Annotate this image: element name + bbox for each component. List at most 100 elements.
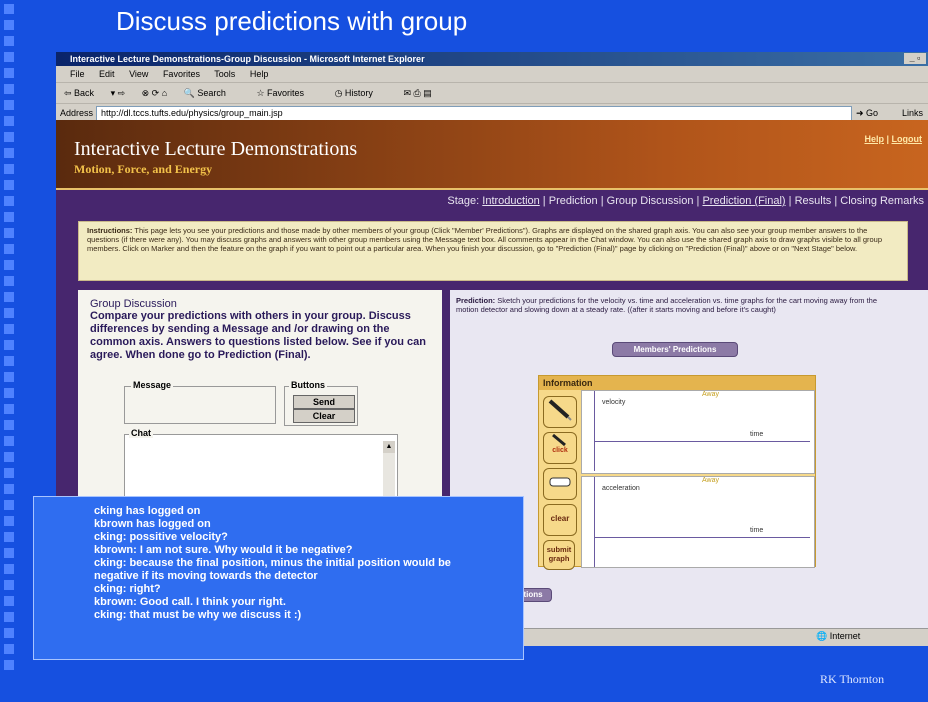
clear-button[interactable]: Clear [293, 409, 355, 423]
window-controls[interactable]: _ ▫ [904, 53, 926, 64]
menu-favorites[interactable]: Favorites [163, 69, 200, 79]
chat-line: cking: right? [94, 583, 161, 595]
decorative-square [4, 484, 14, 494]
decorative-square [4, 4, 14, 14]
stage-prediction-final[interactable]: Prediction (Final) [702, 195, 785, 207]
chat-transcript-overlay: cking has logged on kbrown has logged on… [33, 496, 524, 660]
pen-tool-icon[interactable] [543, 396, 577, 428]
decorative-square [4, 628, 14, 638]
window-titlebar: Interactive Lecture Demonstrations-Group… [56, 52, 928, 66]
chat-label: Chat [129, 428, 153, 438]
decorative-square [4, 388, 14, 398]
menu-view[interactable]: View [129, 69, 148, 79]
back-button[interactable]: ⇦ Back ▾ ⇨ [64, 88, 125, 98]
decorative-square [4, 500, 14, 510]
decorative-square [4, 308, 14, 318]
history-button[interactable]: ◷ History [335, 88, 387, 98]
velocity-label: velocity [602, 399, 626, 406]
decorative-square [4, 228, 14, 238]
favorites-button[interactable]: ☆ Favorites [256, 88, 318, 98]
stage-prediction[interactable]: Prediction [549, 195, 598, 207]
menu-help[interactable]: Help [250, 69, 269, 79]
buttons-group: Buttons Send Clear [284, 380, 358, 426]
velocity-y-axis [594, 391, 595, 471]
decorative-square [4, 260, 14, 270]
decorative-square [4, 564, 14, 574]
history-label: History [344, 88, 373, 98]
stage-closing-remarks[interactable]: Closing Remarks [840, 195, 924, 207]
instructions-box: Instructions: This page lets you see you… [78, 221, 908, 281]
marker-click-tool[interactable]: click [543, 432, 577, 464]
stage-label: Stage: [447, 195, 480, 207]
message-field[interactable]: Message [124, 380, 276, 424]
menu-edit[interactable]: Edit [99, 69, 115, 79]
stage-introduction[interactable]: Introduction [482, 195, 539, 207]
members-predictions-button[interactable]: Members' Predictions [612, 342, 738, 357]
decorative-square [4, 420, 14, 430]
menu-tools[interactable]: Tools [214, 69, 235, 79]
decorative-square [4, 292, 14, 302]
decorative-squares [0, 0, 16, 702]
instructions-text: This page lets you see your predictions … [87, 226, 883, 253]
acceleration-label: acceleration [602, 485, 640, 492]
decorative-square [4, 356, 14, 366]
decorative-square [4, 212, 14, 222]
help-link[interactable]: Help [864, 134, 884, 144]
slide-title: Discuss predictions with group [116, 6, 468, 36]
decorative-square [4, 20, 14, 30]
decorative-square [4, 612, 14, 622]
decorative-square [4, 196, 14, 206]
logout-link[interactable]: Logout [892, 134, 923, 144]
slide-footer: RK Thornton [820, 672, 885, 686]
eraser-icon[interactable] [543, 468, 577, 500]
stop-refresh-home-icons[interactable]: ⊗ ⟳ ⌂ [142, 88, 168, 98]
app-title: Interactive Lecture Demonstrations [74, 138, 358, 160]
window-title: Interactive Lecture Demonstrations-Group… [70, 54, 425, 64]
group-discussion-title: Group Discussion [90, 298, 177, 310]
decorative-square [4, 340, 14, 350]
go-label: Go [866, 108, 879, 118]
send-button[interactable]: Send [293, 395, 355, 409]
clear-tool-button[interactable]: clear [543, 504, 577, 536]
search-label: Search [197, 88, 226, 98]
search-button[interactable]: 🔍 Search [184, 88, 240, 98]
decorative-square [4, 100, 14, 110]
app-subtitle: Motion, Force, and Energy [74, 162, 213, 176]
marker-icon [552, 433, 566, 447]
decorative-square [4, 132, 14, 142]
mail-print-icons[interactable]: ✉ ⎙ ▤ [403, 88, 431, 98]
stage-nav: Stage: Introduction | Prediction | Group… [56, 190, 928, 212]
chat-line: cking: because the final position, minus… [94, 557, 451, 569]
decorative-square [4, 644, 14, 654]
time-label-1: time [750, 431, 764, 438]
decorative-square [4, 164, 14, 174]
prediction-label: Prediction: [456, 296, 496, 305]
acceleration-graph[interactable]: acceleration Away time [581, 476, 815, 568]
away-label-1: Away [702, 391, 719, 398]
decorative-square [4, 116, 14, 126]
chat-line: cking has logged on [94, 505, 201, 517]
chat-line: kbrown: Good call. I think your right. [94, 596, 286, 608]
information-panel: Information click clear submit graph vel… [538, 375, 816, 570]
stage-group-discussion[interactable]: Group Discussion [607, 195, 694, 207]
acceleration-x-axis [594, 537, 810, 538]
back-label: Back [74, 88, 95, 98]
prediction-text: Sketch your predictions for the velocity… [456, 296, 878, 314]
menu-file[interactable]: File [70, 69, 85, 79]
information-title: Information [539, 376, 815, 390]
submit-graph-button[interactable]: submit graph [543, 540, 575, 570]
scroll-up-icon[interactable]: ▲ [383, 441, 395, 453]
decorative-square [4, 36, 14, 46]
acceleration-y-axis [594, 477, 595, 567]
instructions-label: Instructions: [87, 226, 133, 235]
stage-results[interactable]: Results [795, 195, 832, 207]
decorative-square [4, 532, 14, 542]
decorative-square [4, 244, 14, 254]
velocity-x-axis [594, 441, 810, 442]
decorative-square [4, 52, 14, 62]
header-links: Help | Logout [864, 134, 922, 144]
buttons-label: Buttons [289, 380, 327, 390]
menu-bar: File Edit View Favorites Tools Help [56, 66, 928, 83]
velocity-graph[interactable]: velocity Away time [581, 390, 815, 474]
url-field[interactable]: http://dl.tccs.tufts.edu/physics/group_m… [96, 106, 852, 121]
